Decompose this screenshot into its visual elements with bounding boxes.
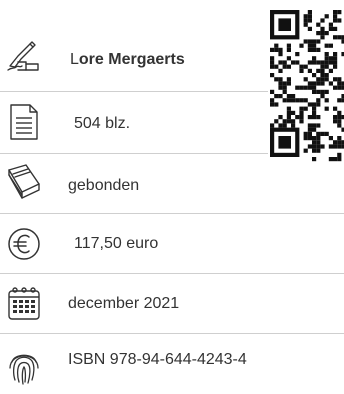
date-row: december 2021 xyxy=(0,280,344,334)
book-icon xyxy=(4,162,44,202)
author-first-letter: L xyxy=(70,51,79,68)
isbn: ISBN 978-94-644-4243-4 xyxy=(68,351,247,368)
pages-row: 504 blz. xyxy=(0,100,268,154)
divider xyxy=(0,213,344,214)
author-name-rest: ore Mergaerts xyxy=(78,51,185,68)
author-name: Lore Mergaerts xyxy=(70,50,185,70)
qr-code-icon xyxy=(268,0,344,172)
binding-type: gebonden xyxy=(68,177,140,194)
divider xyxy=(0,91,268,92)
divider xyxy=(0,273,344,274)
divider xyxy=(0,333,344,334)
isbn-row: ISBN 978-94-644-4243-4 xyxy=(0,340,344,394)
page-count: 504 blz. xyxy=(74,115,131,132)
book-info-list: Lore Mergaerts 504 blz. gebonden 117,50 … xyxy=(0,0,344,388)
divider xyxy=(0,153,268,154)
calendar-icon xyxy=(4,284,44,324)
document-icon xyxy=(4,102,44,142)
publication-date: december 2021 xyxy=(68,295,180,312)
fingerprint-icon xyxy=(4,346,44,386)
author-row: Lore Mergaerts xyxy=(0,28,268,82)
euro-icon xyxy=(4,224,44,264)
price-row: 117,50 euro xyxy=(0,220,344,274)
price: 117,50 euro xyxy=(74,235,159,252)
writing-hand-icon xyxy=(4,36,44,76)
